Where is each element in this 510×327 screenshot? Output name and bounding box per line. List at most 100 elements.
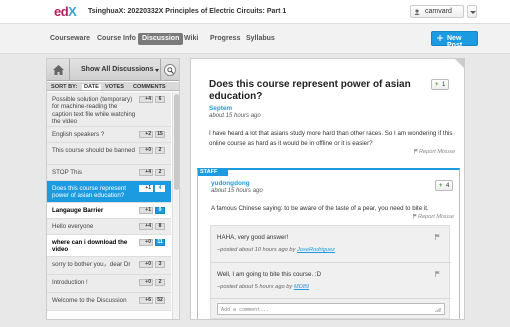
plus-icon: + <box>439 182 443 189</box>
thread-body: I have heard a lot that asians study mor… <box>209 130 453 147</box>
flag-icon[interactable] <box>435 234 440 240</box>
tab-syllabus[interactable]: Syllabus <box>246 33 275 45</box>
chevron-down-icon <box>155 69 159 72</box>
thread-author[interactable]: Septem <box>209 105 232 112</box>
vote-count: +0 <box>139 147 153 154</box>
search-button[interactable] <box>164 64 176 76</box>
vote-count: +2 <box>139 131 153 138</box>
thread-title: Possible solution (temporary) for machin… <box>52 96 136 126</box>
vote-count-value: 6 <box>148 297 151 303</box>
thread-title: where can i download the video <box>52 239 128 254</box>
course-title: TsinghuaX: 20220332X Principles of Elect… <box>88 8 287 15</box>
sort-option-date[interactable]: DATE <box>82 83 101 90</box>
comment-meta: –posted about 10 hours ago by JoseRodrig… <box>217 247 335 253</box>
vote-count-value: 4 <box>148 96 151 102</box>
comment-count: 11 <box>155 239 165 246</box>
sort-bar: SORT BY: DATE VOTES COMMENTS <box>47 82 179 91</box>
list-item[interactable]: English speakers ? +2 15 <box>47 127 171 143</box>
report-misuse-label: Report Misuse <box>419 149 456 155</box>
logo-text-x: X <box>68 4 77 19</box>
comment-count: 2 <box>155 147 165 154</box>
comment-count: 2 <box>155 169 165 176</box>
plus-icon <box>437 35 443 41</box>
vote-count-value: 0 <box>148 239 151 245</box>
thread-vote-button[interactable]: + 1 <box>431 79 449 90</box>
tab-discussion[interactable]: Discussion <box>138 33 184 45</box>
response-timestamp: about 15 hours ago <box>211 188 263 194</box>
flag-icon <box>414 149 418 154</box>
list-item[interactable]: This course should be banned +0 2 <box>47 143 171 165</box>
comment-posted: –posted about 5 hours ago by <box>217 284 293 290</box>
vote-count: +4 <box>139 169 153 176</box>
vote-count: +0 <box>139 239 153 246</box>
chevron-down-icon <box>470 11 476 14</box>
discussion-filter-dropdown[interactable]: Show All Discussions <box>81 66 153 73</box>
new-post-button[interactable]: New Post <box>431 31 478 49</box>
thread-title: Introduction ! <box>52 279 88 286</box>
search-icon <box>167 67 174 74</box>
comment-item: HAHA, very good answer! –posted about 10… <box>211 226 451 263</box>
thread-title: STOP This <box>52 169 82 176</box>
thread-timestamp: about 15 hours ago <box>209 113 261 119</box>
vote-count-value: 2 <box>148 131 151 137</box>
sort-label: SORT BY: <box>51 83 78 90</box>
comment-meta: –posted about 5 hours ago by MD89 <box>217 284 309 290</box>
list-item[interactable]: where can i download the video +0 11 <box>47 235 171 257</box>
flag-icon[interactable] <box>435 271 440 277</box>
list-item[interactable]: sorry to bother you，dear Dr +0 3 <box>47 257 171 275</box>
plus-icon: + <box>435 81 439 88</box>
add-comment-input[interactable]: Add a comment... <box>217 303 445 315</box>
top-header: edX TsinghuaX: 20220332X Principles of E… <box>0 0 510 24</box>
comment-count: 3 <box>155 261 165 268</box>
vote-count-value: 1 <box>148 207 151 213</box>
thread-list: Possible solution (temporary) for machin… <box>47 92 171 319</box>
list-item[interactable]: Hello everyone +4 8 <box>47 219 171 235</box>
list-item[interactable]: Introduction ! +0 2 <box>47 275 171 293</box>
home-icon[interactable] <box>53 65 64 75</box>
user-dropdown-toggle[interactable] <box>467 5 477 18</box>
list-item[interactable]: STOP This +4 2 <box>47 165 171 181</box>
course-nav: Courseware Course Info Discussion Wiki P… <box>0 24 510 54</box>
comment-count: 4 <box>155 185 165 192</box>
comment-text: HAHA, very good answer! <box>217 234 289 241</box>
comment-item: Well, I am going to bite this course. :D… <box>211 263 451 299</box>
list-item[interactable]: Possible solution (temporary) for machin… <box>47 92 171 127</box>
list-item[interactable]: Langauge Barrier +1 9 <box>47 203 171 219</box>
sort-option-votes[interactable]: VOTES <box>105 84 124 90</box>
vote-count: +0 <box>139 261 153 268</box>
comment-user-link[interactable]: MD89 <box>294 284 309 290</box>
report-misuse-label: Report Misuse <box>418 214 455 220</box>
divider <box>69 59 70 81</box>
scrollbar-thumb[interactable] <box>174 94 179 190</box>
user-menu-button[interactable]: camvard <box>410 5 464 18</box>
vote-count: +0 <box>139 279 153 286</box>
report-misuse-link[interactable]: Report Misuse <box>414 149 455 155</box>
response-body: A famous Chinese saying: to be aware of … <box>211 205 429 212</box>
response-author[interactable]: yudongdong <box>211 180 250 187</box>
edx-logo[interactable]: edX <box>54 4 80 19</box>
comment-user-link[interactable]: JoseRodriguez <box>297 247 335 253</box>
tab-progress[interactable]: Progress <box>210 33 240 45</box>
resize-handle-icon[interactable] <box>435 308 441 312</box>
thread-title: English speakers ? <box>52 131 105 138</box>
new-post-label: New Post <box>447 35 463 49</box>
panel-corner <box>455 59 464 68</box>
sort-option-comments[interactable]: COMMENTS <box>133 84 166 90</box>
vote-count-value: 1 <box>148 185 151 191</box>
tab-wiki[interactable]: Wiki <box>184 33 198 45</box>
sidebar-scrollbar[interactable] <box>172 92 179 319</box>
list-item-selected[interactable]: Does this course represent power of asia… <box>47 181 171 203</box>
thread-panel: Does this course represent power of asia… <box>190 58 465 320</box>
list-item[interactable]: Welcome to the Discussion +6 52 <box>47 293 171 311</box>
comment-posted: –posted about 10 hours ago by <box>217 247 296 253</box>
username: camvard <box>425 8 452 15</box>
vote-count-value: 0 <box>148 261 151 267</box>
divider <box>160 59 161 81</box>
comment-count: 52 <box>155 297 165 304</box>
tab-courseware[interactable]: Courseware <box>50 33 90 45</box>
staff-badge: STAFF <box>198 168 228 176</box>
thread-vote-count: 1 <box>442 82 446 88</box>
tab-course-info[interactable]: Course Info <box>97 33 136 45</box>
report-misuse-link[interactable]: Report Misuse <box>413 214 454 220</box>
response-vote-button[interactable]: + 4 <box>435 180 453 191</box>
